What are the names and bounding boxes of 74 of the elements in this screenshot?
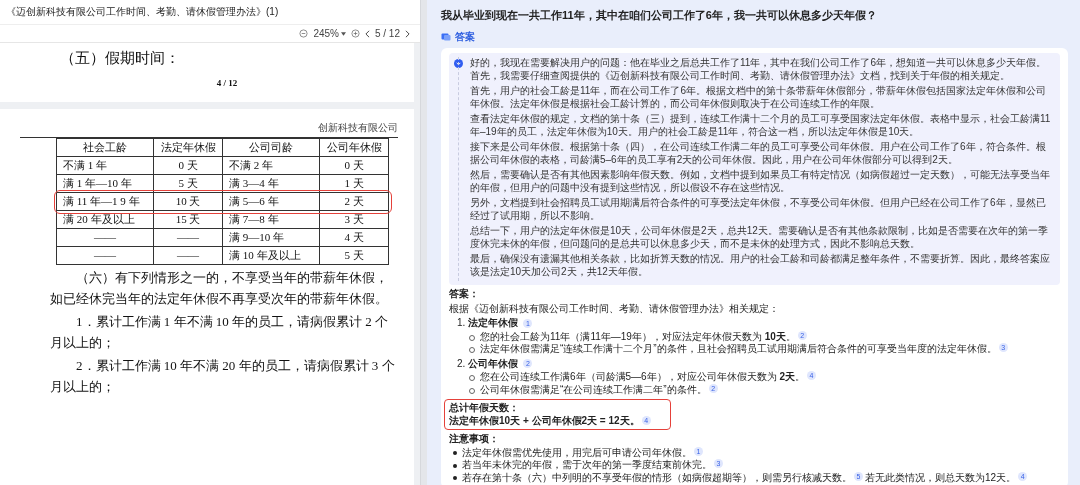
table-cell: 满 3—4 年 bbox=[222, 174, 320, 193]
section-heading: （五）假期时间： bbox=[60, 49, 181, 68]
reasoning-paragraph: 然后，需要确认是否有其他因素影响年假天数。例如，文档中提到如果员工有特定情况（如病假超过一定天数），可能无法享受当年的年假，但用户的问题中没有提到这些情况，所以假设不存在这些情况。 bbox=[470, 169, 1051, 194]
reasoning-paragraph: 接下来是公司年休假。根据第十条（四），在公司连续工作满二年的员工可享受公司年休假。用户在公司工作了6年，符合条件。根据公司年休假的表格，司龄满5–6年的员工享有2天的公司年休假。因此，用户在公司年休假部分可以得到2天。 bbox=[470, 141, 1047, 166]
table-cell: —— bbox=[56, 246, 154, 265]
table-cell: —— bbox=[153, 228, 223, 247]
table-cell: 0 天 bbox=[319, 156, 389, 175]
table-cell: 15 天 bbox=[153, 210, 223, 229]
column-header: 公司司龄 bbox=[222, 138, 320, 157]
bullet-text: 法定年休假需满足“连续工作满十二个月”的条件，且社会招聘员工试用期满后符合条件的可享受当年度的法定年休假。 bbox=[480, 343, 997, 354]
document-paragraph: 1．累计工作满 1 年不满 10 年的员工，请病假累计 2 个月以上的； bbox=[50, 313, 389, 352]
reasoning-paragraph: 首先，用户的社会工龄是11年，而在公司工作了6年。根据文档中的第十条带薪年休假部分，带薪年休假包括国家法定年休假和公司年休假。法定年休假是根据社会工龄计算的，而公司年休假则取决于在公司连续工作的年限。 bbox=[470, 85, 1047, 110]
table-cell: 4 天 bbox=[319, 228, 389, 247]
zoom-dropdown[interactable]: 245% bbox=[313, 28, 339, 39]
note-text: 若无此类情况，则总天数为12天。 bbox=[865, 471, 1017, 483]
note-text: 若当年未休完的年假，需于次年的第一季度结束前休完。 bbox=[462, 459, 712, 470]
table-cell: 10 天 bbox=[153, 192, 223, 211]
header-company: 创新科技有限公司 bbox=[20, 121, 398, 138]
previous-page-icon[interactable] bbox=[364, 29, 370, 38]
bullet-icon bbox=[453, 476, 457, 480]
column-header: 社会工龄 bbox=[56, 138, 154, 157]
document-paragraph: 2．累计工作满 10 年不满 20 年的员工，请病假累计 3 个月以上的； bbox=[50, 357, 396, 396]
answer-intro: 根据《迈创新科技有限公司工作时间、考勤、请休假管理办法》相关规定： bbox=[449, 302, 780, 315]
zoom-in-icon[interactable] bbox=[350, 29, 360, 38]
table-cell: 满 9—10 年 bbox=[222, 228, 320, 247]
bullet-icon bbox=[453, 451, 457, 455]
page-indicator: 5 / 12 bbox=[374, 28, 400, 39]
answer-heading: 答案： bbox=[449, 288, 480, 301]
table-cell: 满 20 年及以上 bbox=[56, 210, 154, 229]
reasoning-paragraph: 好的，我现在需要解决用户的问题：他在毕业之后总共工作了11年，其中在我们公司工作了6年，想知道一共可以休息多少天年假。首先，我需要仔细查阅提供的《迈创新科技有限公司工作时间、考勤、请休假管理办法》文档，找到关于年假的相关规定。 bbox=[470, 57, 1047, 82]
column-header: 公司年休假 bbox=[319, 138, 389, 157]
list-number: 2. bbox=[457, 357, 466, 370]
reasoning-paragraph: 另外，文档提到社会招聘员工试用期满后符合条件的可享受法定年休假，不享受公司年休假。但用户已经在公司工作了6年，显然已经过了试用期，所以不影响。 bbox=[470, 197, 1047, 222]
table-cell: 满 5—6 年 bbox=[222, 192, 320, 211]
note-text: 法定年休假需优先使用，用完后可申请公司年休假。 bbox=[462, 446, 692, 458]
section-title: 法定年休假 bbox=[468, 317, 519, 330]
bullet-text: 公司年休假需满足“在公司连续工作满二年”的条件。 bbox=[480, 383, 707, 395]
document-title: 《迈创新科技有限公司工作时间、考勤、请休假管理办法》(1) bbox=[5, 5, 280, 19]
next-page-icon[interactable] bbox=[405, 29, 410, 38]
table-cell: 2 天 bbox=[319, 192, 389, 211]
caret-icon bbox=[340, 31, 346, 36]
bullet-text: 您的社会工龄为11年（满11年—19年），对应法定年休假天数为 10天。 bbox=[480, 330, 796, 342]
answer-icon bbox=[441, 32, 451, 42]
table-cell: 不满 2 年 bbox=[222, 156, 320, 175]
document-paragraph: （六）有下列情形之一的，不享受当年的带薪年休假，如已经休完当年的法定年休假不再享受次年的带薪年休假。 bbox=[50, 269, 389, 308]
table-cell: —— bbox=[153, 246, 223, 265]
table-cell: 满 11 年—1 9 年 bbox=[56, 192, 154, 211]
reasoning-paragraph: 最后，确保没有遗漏其他相关条款，比如折算天数的情况。用户的社会工龄和司龄都满足整年条件，不需要折算。因此，最终答案应该是法定10天加公司2天，共12天年假。 bbox=[470, 253, 1051, 278]
section-title: 公司年休假 bbox=[468, 357, 519, 370]
answer-label: 答案 bbox=[455, 30, 475, 44]
table-cell: —— bbox=[56, 228, 154, 247]
total-title: 总计年假天数： bbox=[449, 402, 520, 415]
table-cell: 不满 1 年 bbox=[56, 156, 154, 175]
page-number: 4 / 12 bbox=[215, 78, 239, 88]
table-cell: 5 天 bbox=[319, 246, 389, 265]
table-cell: 满 7—8 年 bbox=[222, 210, 320, 229]
column-header: 法定年休假 bbox=[153, 138, 223, 157]
table-cell: 1 天 bbox=[319, 174, 389, 193]
table-cell: 满 10 年及以上 bbox=[222, 246, 320, 265]
table-cell: 0 天 bbox=[153, 156, 223, 175]
table-cell: 3 天 bbox=[319, 210, 389, 229]
collapse-icon[interactable] bbox=[454, 59, 463, 68]
reasoning-paragraph: 总结一下，用户的法定年休假是10天，公司年休假是2天，总共12天。需要确认是否有其他条款限制，比如是否需要在次年的第一季度休完未休的年假，但问题问的是总共可以休息多少天，而不是未休的处理方式，因此不影响总天数。 bbox=[470, 225, 1049, 250]
table-cell: 5 天 bbox=[153, 174, 223, 193]
reasoning-paragraph: 查看法定年休假的规定，文档的第十条（三）提到，连续工作满十二个月的员工可享受国家法定年休假。表格中显示，社会工龄满11年–19年的员工，法定年休假为10天。用户的社会工龄是11年，符合这一档，所以法定年休假是10天。 bbox=[470, 113, 1052, 138]
zoom-out-icon[interactable] bbox=[299, 29, 309, 38]
note-text: 若存在第十条（六）中列明的不享受年假的情形（如病假超期等），则需另行核减天数。 bbox=[462, 471, 852, 483]
bullet-icon bbox=[453, 463, 457, 468]
total-text: 法定年休假10天 + 公司年休假2天 = 12天。 bbox=[449, 414, 640, 427]
list-number: 1. bbox=[457, 317, 466, 330]
bullet-text: 您在公司连续工作满6年（司龄满5—6年），对应公司年休假天数为 2天。 bbox=[480, 371, 806, 382]
user-question: 我从毕业到现在一共工作11年，其中在咱们公司工作了6年，我一共可以休息多少天年假？ bbox=[441, 8, 878, 23]
notes-title: 注意事项： bbox=[449, 433, 500, 446]
table-cell: 满 1 年—10 年 bbox=[56, 174, 154, 193]
